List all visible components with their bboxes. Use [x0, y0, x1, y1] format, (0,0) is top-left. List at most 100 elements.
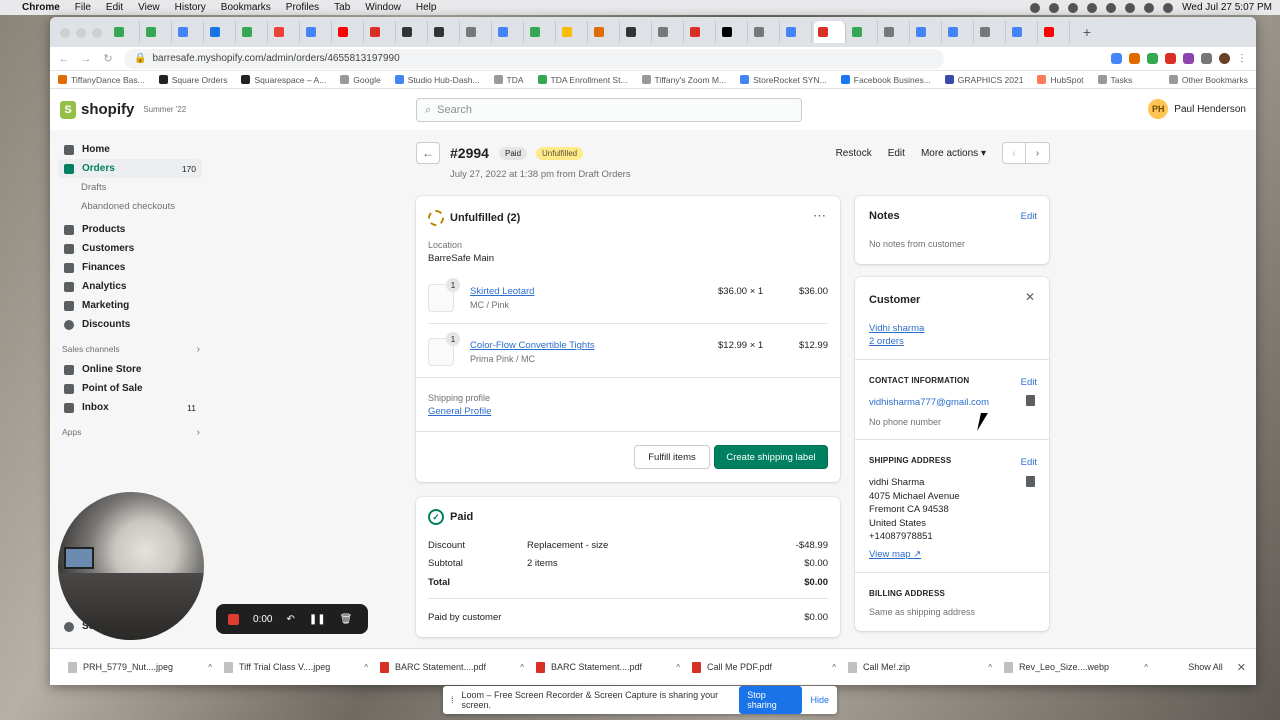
- browser-tab[interactable]: [782, 21, 812, 43]
- edit-shipping-link[interactable]: Edit: [1021, 457, 1037, 468]
- search-input[interactable]: ⌕ Search: [416, 98, 802, 122]
- browser-tab[interactable]: [750, 21, 780, 43]
- browser-tab[interactable]: [366, 21, 396, 43]
- shipping-profile-link[interactable]: General Profile: [428, 406, 491, 417]
- search-icon[interactable]: [1163, 2, 1174, 13]
- minimize-window-button[interactable]: [76, 28, 86, 38]
- browser-tab[interactable]: [142, 21, 172, 43]
- browser-tab[interactable]: [686, 21, 716, 43]
- stop-record-icon[interactable]: [228, 613, 239, 625]
- bookmark[interactable]: Squarespace – A...: [241, 75, 326, 85]
- profile-avatar[interactable]: [1219, 53, 1230, 64]
- kebab-menu-icon[interactable]: ⋮: [1237, 53, 1248, 64]
- bookmark-folder[interactable]: TDA: [493, 75, 524, 85]
- browser-tab[interactable]: [526, 21, 556, 43]
- sidebar-item-online-store[interactable]: Online Store: [50, 360, 210, 379]
- browser-tab[interactable]: [110, 21, 140, 43]
- menu-view[interactable]: View: [138, 2, 160, 13]
- back-nav-icon[interactable]: ←: [58, 53, 70, 65]
- bookmark[interactable]: TDA Enrollment St...: [537, 75, 628, 85]
- download-item[interactable]: Call Me!.zip ^: [842, 661, 998, 673]
- drag-handle-icon[interactable]: ⁞: [451, 695, 454, 705]
- shopify-logo[interactable]: S shopify Summer '22: [60, 100, 186, 119]
- browser-tab[interactable]: [462, 21, 492, 43]
- download-item[interactable]: Rev_Leo_Size....webp ^: [998, 661, 1154, 673]
- bookmark-folder[interactable]: Tiffany's Zoom M...: [641, 75, 726, 85]
- more-horizontal-icon[interactable]: ⋯: [813, 208, 826, 224]
- extension-icon[interactable]: [1183, 53, 1194, 64]
- other-bookmarks[interactable]: Other Bookmarks: [1168, 75, 1248, 85]
- sidebar-item-products[interactable]: Products: [50, 220, 210, 239]
- download-item[interactable]: BARC Statement....pdf ^: [374, 661, 530, 673]
- clock[interactable]: Wed Jul 27 5:07 PM: [1182, 2, 1272, 13]
- fulfill-items-button[interactable]: Fulfill items: [634, 445, 710, 469]
- undo-icon[interactable]: ↶: [286, 614, 294, 625]
- edit-notes-link[interactable]: Edit: [1021, 211, 1037, 222]
- show-all-button[interactable]: Show All: [1188, 662, 1223, 672]
- more-actions-button[interactable]: More actions ▾: [921, 148, 986, 159]
- browser-tab[interactable]: [334, 21, 364, 43]
- bookmark[interactable]: Tasks: [1097, 75, 1132, 85]
- wifi-icon[interactable]: [1144, 2, 1155, 13]
- reload-icon[interactable]: ↻: [102, 52, 114, 65]
- stop-sharing-button[interactable]: Stop sharing: [739, 686, 803, 714]
- restock-button[interactable]: Restock: [836, 148, 872, 159]
- url-bar[interactable]: 🔒 barresafe.myshopify.com/admin/orders/4…: [124, 48, 944, 69]
- browser-tab[interactable]: [494, 21, 524, 43]
- browser-tab[interactable]: [1040, 21, 1070, 43]
- hide-button[interactable]: Hide: [810, 695, 829, 705]
- menu-bookmarks[interactable]: Bookmarks: [221, 2, 271, 13]
- browser-tab[interactable]: [558, 21, 588, 43]
- status-icon[interactable]: [1106, 2, 1117, 13]
- bookmark[interactable]: StoreRocket SYN...: [740, 75, 827, 85]
- browser-tab[interactable]: [238, 21, 268, 43]
- download-item[interactable]: Call Me PDF.pdf ^: [686, 661, 842, 673]
- close-icon[interactable]: ✕: [1237, 661, 1246, 674]
- download-item[interactable]: PRH_5779_Nut....jpeg ^: [62, 661, 218, 673]
- close-icon[interactable]: ✕: [1025, 290, 1035, 304]
- menu-chrome[interactable]: Chrome: [22, 2, 60, 13]
- status-icon[interactable]: [1030, 2, 1041, 13]
- menu-help[interactable]: Help: [416, 2, 437, 13]
- menu-file[interactable]: File: [75, 2, 91, 13]
- extension-icon[interactable]: [1111, 53, 1122, 64]
- browser-tab[interactable]: [302, 21, 332, 43]
- bookmark[interactable]: HubSpot: [1037, 75, 1084, 85]
- product-link[interactable]: Skirted Leotard: [470, 286, 534, 297]
- clipboard-icon[interactable]: [1026, 476, 1035, 487]
- trash-icon[interactable]: 🗑: [340, 614, 353, 625]
- browser-tab[interactable]: [848, 21, 878, 43]
- browser-tab[interactable]: [654, 21, 684, 43]
- browser-tab[interactable]: [622, 21, 652, 43]
- next-order-button[interactable]: ›: [1026, 142, 1050, 164]
- puzzle-icon[interactable]: [1201, 53, 1212, 64]
- new-tab-button[interactable]: +: [1078, 24, 1096, 40]
- product-link[interactable]: Color-Flow Convertible Tights: [470, 340, 595, 351]
- sidebar-item-finances[interactable]: Finances: [50, 258, 210, 277]
- browser-tab[interactable]: [976, 21, 1006, 43]
- download-item[interactable]: Tiff Trial Class V....jpeg ^: [218, 661, 374, 673]
- extension-icon[interactable]: [1129, 53, 1140, 64]
- status-icon[interactable]: [1068, 2, 1079, 13]
- previous-order-button[interactable]: ‹: [1002, 142, 1026, 164]
- apps-header[interactable]: Apps ›: [50, 421, 210, 443]
- menu-tab[interactable]: Tab: [334, 2, 350, 13]
- create-shipping-label-button[interactable]: Create shipping label: [714, 445, 828, 469]
- browser-tab[interactable]: [174, 21, 204, 43]
- sales-channels-header[interactable]: Sales channels ›: [50, 338, 210, 360]
- bookmark[interactable]: Studio Hub-Dash...: [394, 75, 480, 85]
- bookmark-folder[interactable]: Google: [340, 75, 381, 85]
- browser-tab[interactable]: [270, 21, 300, 43]
- clipboard-icon[interactable]: [1026, 395, 1035, 406]
- menu-edit[interactable]: Edit: [106, 2, 123, 13]
- back-button[interactable]: ←: [416, 142, 440, 164]
- menu-history[interactable]: History: [175, 2, 206, 13]
- browser-tab[interactable]: [814, 21, 846, 43]
- sidebar-item-drafts[interactable]: Drafts: [50, 178, 210, 197]
- browser-tab[interactable]: [398, 21, 428, 43]
- sidebar-item-customers[interactable]: Customers: [50, 239, 210, 258]
- browser-tab[interactable]: [718, 21, 748, 43]
- sidebar-item-home[interactable]: Home: [50, 140, 210, 159]
- bookmark[interactable]: GRAPHICS 2021: [944, 75, 1023, 85]
- bookmark[interactable]: Square Orders: [158, 75, 227, 85]
